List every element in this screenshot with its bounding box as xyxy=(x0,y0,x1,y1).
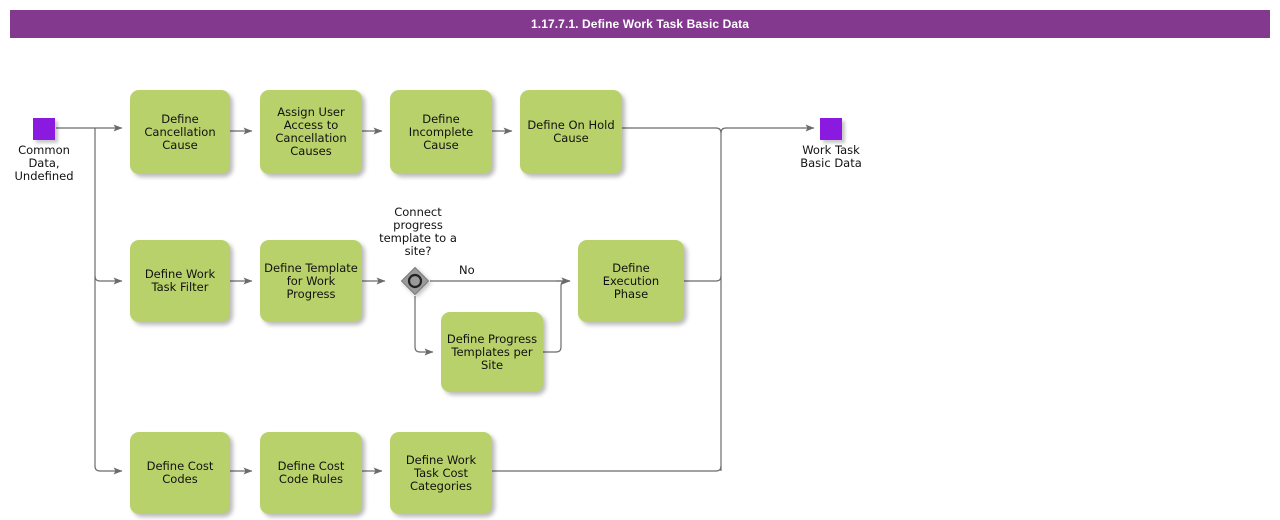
task-label: Define Incomplete Cause xyxy=(408,111,474,152)
task-box[interactable]: Define Cost Codes xyxy=(130,432,230,514)
edge-trunk-vertical xyxy=(94,128,101,472)
task-label: Define Progress Templates per Site xyxy=(446,331,538,372)
task-box[interactable]: Define Incomplete Cause xyxy=(390,90,492,174)
gateway-question-label: Connect progress template to a site? xyxy=(379,205,457,258)
start-common-data-label: Common Data, Undefined xyxy=(14,143,74,183)
task-box[interactable]: Define Template for Work Progress xyxy=(260,240,362,322)
edge-trunk-row2 xyxy=(94,275,123,285)
start-common-data-node[interactable] xyxy=(33,118,55,140)
task-label: Define Cost Code Rules xyxy=(277,459,345,486)
edge-gateway-yes xyxy=(414,296,434,356)
gateway-diamond-icon xyxy=(400,266,430,296)
edge-r3-merge xyxy=(492,465,722,472)
edge-progress-exec xyxy=(543,277,571,353)
task-label: Define Cost Codes xyxy=(146,459,214,486)
task-box[interactable]: Define Cost Code Rules xyxy=(260,432,362,514)
end-work-task-basic-data-node[interactable] xyxy=(820,118,842,140)
task-label: Define Cancellation Cause xyxy=(144,111,216,152)
edge-merge-end xyxy=(720,124,815,134)
task-label: Define Work Task Cost Categories xyxy=(405,452,477,493)
task-label: Define Execution Phase xyxy=(602,260,660,301)
task-label: Assign User Access to Cancellation Cause… xyxy=(275,105,347,158)
task-label: Define Template for Work Progress xyxy=(264,260,358,301)
task-label: Define On Hold Cause xyxy=(527,118,615,145)
end-work-task-basic-data-label: Work Task Basic Data xyxy=(800,143,862,170)
task-box[interactable]: Define Progress Templates per Site xyxy=(441,312,543,392)
task-box[interactable]: Define Cancellation Cause xyxy=(130,90,230,174)
gateway-branch-label-no: No xyxy=(459,263,475,277)
task-box[interactable]: Define Execution Phase xyxy=(578,240,684,322)
task-box[interactable]: Define Work Task Filter xyxy=(130,240,230,322)
edge-exec-merge xyxy=(684,275,722,282)
task-box[interactable]: Define Work Task Cost Categories xyxy=(390,432,492,514)
task-box[interactable]: Define On Hold Cause xyxy=(520,90,622,174)
gateway-event-based[interactable] xyxy=(400,266,430,296)
task-label: Define Work Task Filter xyxy=(144,267,216,294)
task-box[interactable]: Assign User Access to Cancellation Cause… xyxy=(260,90,362,174)
